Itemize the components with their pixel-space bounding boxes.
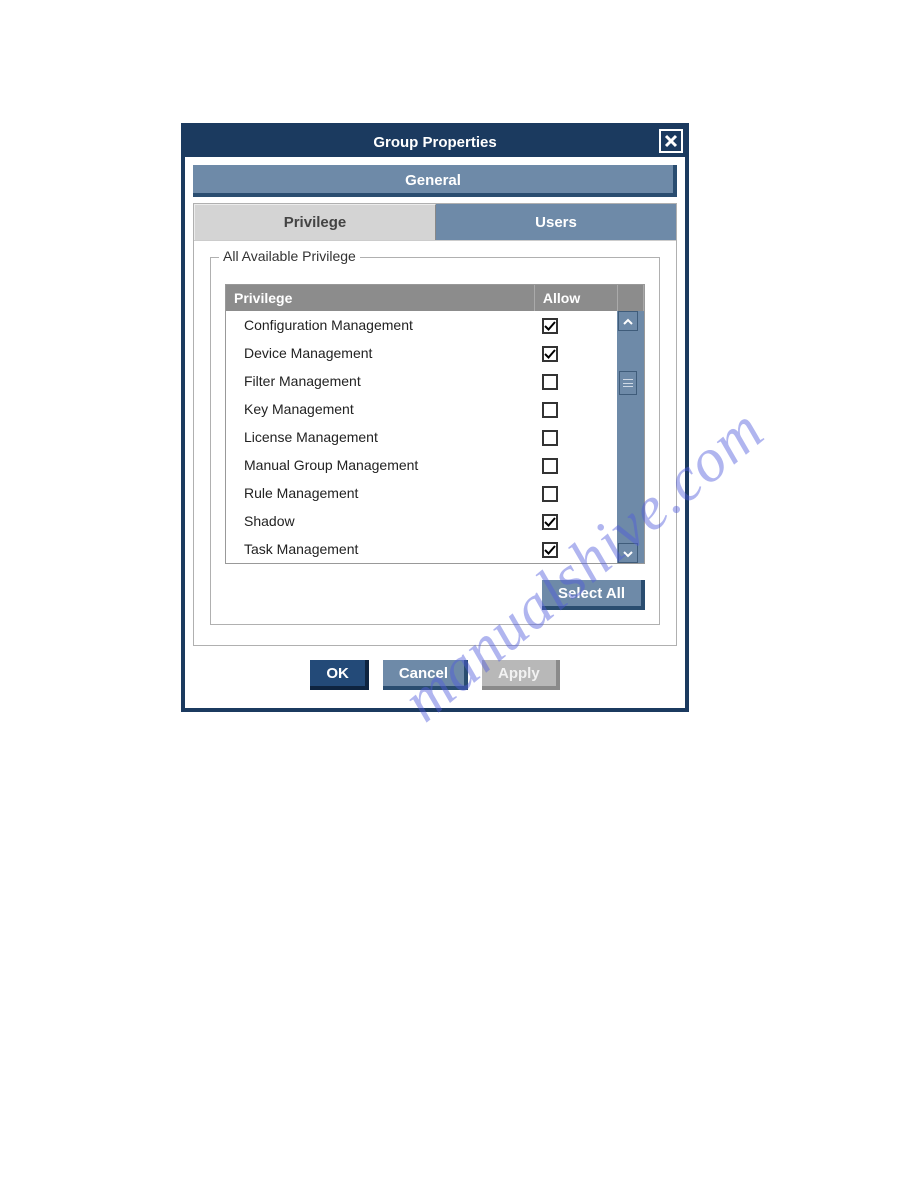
- allow-checkbox[interactable]: [542, 430, 558, 446]
- table-row: Rule Management: [226, 479, 644, 507]
- fieldset-legend: All Available Privilege: [219, 248, 360, 264]
- column-header-allow[interactable]: Allow: [534, 285, 617, 311]
- tab-privilege[interactable]: Privilege: [194, 204, 436, 240]
- tab-content-privilege: All Available Privilege Privilege Allow: [194, 240, 676, 645]
- select-all-button[interactable]: Select All: [542, 580, 645, 610]
- allow-cell: [534, 507, 617, 535]
- privilege-label: Filter Management: [226, 367, 534, 395]
- allow-cell: [534, 451, 617, 479]
- privilege-label: Configuration Management: [226, 311, 534, 339]
- allow-cell: [534, 535, 617, 563]
- table-row: Configuration Management: [226, 311, 644, 339]
- privilege-label: Rule Management: [226, 479, 534, 507]
- chevron-down-icon: [623, 545, 633, 561]
- privilege-label: Shadow: [226, 507, 534, 535]
- privilege-table-body: Configuration ManagementDevice Managemen…: [226, 311, 644, 563]
- privilege-table-wrap: Privilege Allow Configuration Management…: [225, 284, 645, 564]
- privilege-table: Privilege Allow Configuration Management…: [226, 285, 644, 563]
- dialog-title: Group Properties: [185, 134, 685, 151]
- scrollbar[interactable]: [617, 311, 639, 563]
- table-row: Task Management: [226, 535, 644, 563]
- allow-cell: [534, 339, 617, 367]
- ok-button[interactable]: OK: [310, 660, 369, 690]
- group-properties-dialog: Group Properties General Privilege Users…: [181, 123, 689, 712]
- table-row: Key Management: [226, 395, 644, 423]
- allow-checkbox[interactable]: [542, 374, 558, 390]
- allow-checkbox[interactable]: [542, 346, 558, 362]
- privilege-fieldset: All Available Privilege Privilege Allow: [210, 257, 660, 625]
- allow-cell: [534, 367, 617, 395]
- close-icon: [664, 134, 678, 148]
- table-row: License Management: [226, 423, 644, 451]
- close-button[interactable]: [659, 129, 683, 153]
- scroll-thumb[interactable]: [619, 371, 637, 395]
- allow-cell: [534, 423, 617, 451]
- allow-checkbox[interactable]: [542, 486, 558, 502]
- apply-button: Apply: [482, 660, 560, 690]
- dialog-body: General Privilege Users All Available Pr…: [185, 157, 685, 708]
- privilege-label: Device Management: [226, 339, 534, 367]
- allow-checkbox[interactable]: [542, 402, 558, 418]
- column-header-scroll: [617, 285, 643, 311]
- allow-checkbox[interactable]: [542, 458, 558, 474]
- footer-buttons: OK Cancel Apply: [193, 646, 677, 694]
- privilege-label: Key Management: [226, 395, 534, 423]
- tabs-row: Privilege Users: [194, 204, 676, 240]
- table-row: Device Management: [226, 339, 644, 367]
- allow-cell: [534, 311, 617, 339]
- privilege-label: License Management: [226, 423, 534, 451]
- allow-checkbox[interactable]: [542, 542, 558, 558]
- table-row: Shadow: [226, 507, 644, 535]
- titlebar: Group Properties: [185, 127, 685, 157]
- scrollbar-cell: [617, 311, 643, 563]
- tab-users[interactable]: Users: [436, 204, 676, 240]
- privilege-label: Task Management: [226, 535, 534, 563]
- privilege-label: Manual Group Management: [226, 451, 534, 479]
- allow-cell: [534, 479, 617, 507]
- tab-panel: Privilege Users All Available Privilege …: [193, 203, 677, 646]
- cancel-button[interactable]: Cancel: [383, 660, 468, 690]
- allow-checkbox[interactable]: [542, 318, 558, 334]
- scroll-down-button[interactable]: [618, 543, 638, 563]
- allow-cell: [534, 395, 617, 423]
- table-row: Manual Group Management: [226, 451, 644, 479]
- chevron-up-icon: [623, 313, 633, 329]
- select-all-row: Select All: [225, 580, 645, 610]
- column-header-privilege[interactable]: Privilege: [226, 285, 534, 311]
- table-row: Filter Management: [226, 367, 644, 395]
- allow-checkbox[interactable]: [542, 514, 558, 530]
- general-button[interactable]: General: [193, 165, 677, 197]
- scroll-up-button[interactable]: [618, 311, 638, 331]
